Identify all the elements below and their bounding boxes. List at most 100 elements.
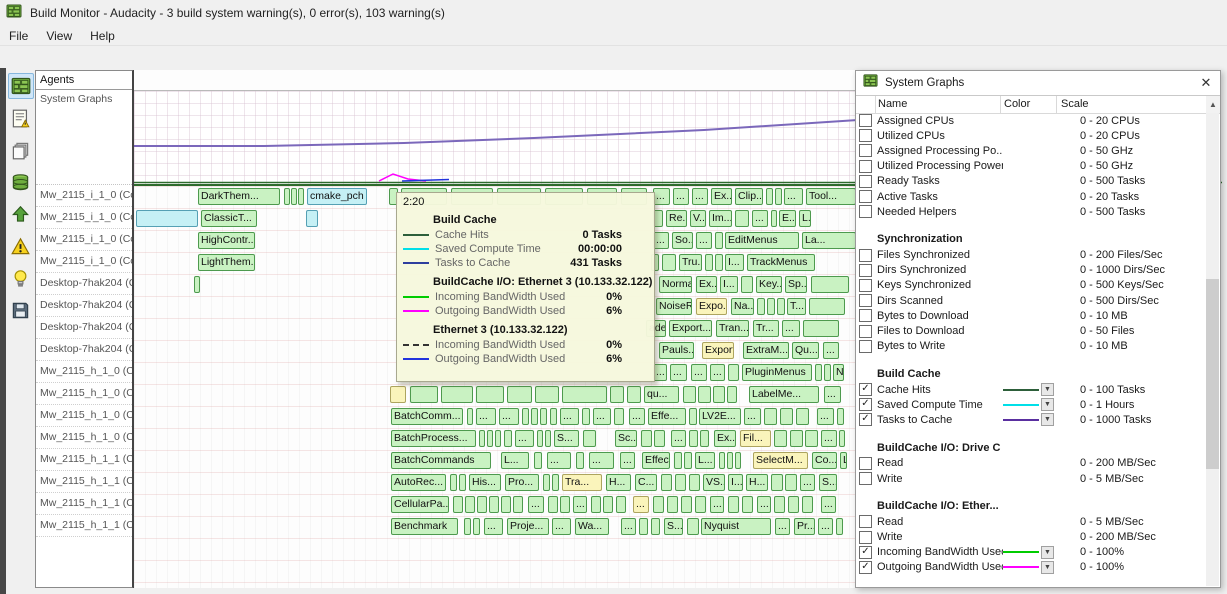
graph-metric-item[interactable]: Bytes to Download0 - 10 MB [856, 308, 1206, 323]
task-bar[interactable]: Im... [709, 210, 732, 227]
task-bar[interactable] [836, 518, 843, 535]
color-dropdown-icon[interactable]: ▼ [1041, 398, 1054, 411]
task-bar[interactable]: Benchmark [391, 518, 458, 535]
task-bar[interactable] [735, 452, 741, 469]
task-bar[interactable]: Qu... [792, 342, 819, 359]
task-bar[interactable] [715, 254, 723, 271]
task-bar[interactable] [780, 408, 793, 425]
task-bar[interactable] [614, 408, 624, 425]
task-bar[interactable] [194, 276, 200, 293]
task-bar[interactable] [487, 430, 493, 447]
task-bar[interactable] [715, 232, 723, 249]
task-bar[interactable] [719, 452, 725, 469]
graph-metric-item[interactable]: Assigned Processing Po...0 - 50 GHz [856, 143, 1206, 158]
metric-checkbox[interactable] [859, 472, 872, 485]
task-bar[interactable]: H... [606, 474, 631, 491]
task-bar[interactable]: ... [782, 320, 800, 337]
task-bar[interactable] [774, 496, 785, 513]
task-bar[interactable] [684, 452, 692, 469]
task-bar[interactable]: ... [671, 430, 686, 447]
task-bar[interactable]: Clip... [735, 188, 763, 205]
agent-row[interactable]: Mw_2115_i_1_0 (Co [36, 229, 132, 251]
task-bar[interactable]: LabelMe... [749, 386, 819, 403]
color-column-header[interactable]: Color [1001, 96, 1057, 113]
task-bar[interactable]: ... [552, 518, 571, 535]
graph-metric-item[interactable]: Write0 - 5 MB/Sec [856, 471, 1206, 486]
task-bar[interactable] [687, 518, 699, 535]
task-bar[interactable]: DarkThem... [198, 188, 280, 205]
task-bar[interactable] [757, 298, 765, 315]
task-bar[interactable]: ... [528, 496, 544, 513]
task-bar[interactable]: ... [757, 496, 771, 513]
task-bar[interactable]: ... [744, 408, 761, 425]
task-bar[interactable] [603, 496, 613, 513]
metric-checkbox[interactable] [859, 279, 872, 292]
metric-checkbox[interactable]: ✓ [859, 413, 872, 426]
task-bar[interactable] [651, 518, 660, 535]
agent-row[interactable]: Desktop-7hak204 (C [36, 317, 132, 339]
task-bar[interactable] [837, 408, 844, 425]
task-bar[interactable]: I... [728, 474, 743, 491]
agent-row[interactable]: Desktop-7hak204 (C [36, 339, 132, 361]
task-bar[interactable]: Pr... [794, 518, 815, 535]
task-bar[interactable]: VS... [703, 474, 725, 491]
task-bar[interactable]: ... [621, 518, 636, 535]
task-bar[interactable]: L [840, 452, 847, 469]
task-bar[interactable]: E... [779, 210, 796, 227]
task-bar[interactable]: NoiseR... [656, 298, 692, 315]
graph-metric-item[interactable]: ✓Outgoing BandWidth Used▼0 - 100% [856, 560, 1206, 575]
task-bar[interactable] [654, 430, 665, 447]
task-bar[interactable]: ... [593, 408, 611, 425]
task-bar[interactable] [522, 408, 529, 425]
task-bar[interactable]: Ex... [696, 276, 717, 293]
graph-metric-item[interactable]: Read0 - 200 MB/Sec [856, 456, 1206, 471]
task-bar[interactable]: Effe... [648, 408, 686, 425]
task-bar[interactable] [441, 386, 473, 403]
task-bar[interactable]: BatchProcess... [391, 430, 476, 447]
task-bar[interactable]: Nyquist [701, 518, 771, 535]
task-bar[interactable]: SelectM... [753, 452, 808, 469]
build-log-warnings-icon[interactable] [8, 105, 34, 131]
metric-checkbox[interactable] [859, 294, 872, 307]
task-bar[interactable] [771, 474, 783, 491]
agent-row[interactable]: Mw_2115_h_1_0 (C [36, 427, 132, 449]
metric-checkbox[interactable]: ✓ [859, 398, 872, 411]
task-bar[interactable]: ... [710, 364, 725, 381]
task-bar[interactable]: H... [746, 474, 768, 491]
agent-row[interactable]: Mw_2115_h_1_1 (C [36, 471, 132, 493]
task-bar[interactable] [136, 210, 198, 227]
graph-metric-item[interactable]: Dirs Scanned0 - 500 Dirs/Sec [856, 293, 1206, 308]
task-bar[interactable]: BatchCommands [391, 452, 491, 469]
task-bar[interactable]: LightThem... [198, 254, 255, 271]
task-bar[interactable] [284, 188, 290, 205]
task-bar[interactable] [727, 452, 733, 469]
agent-row[interactable]: Mw_2115_i_1_0 (Co [36, 207, 132, 229]
task-bar[interactable]: cmake_pch [307, 188, 367, 205]
task-bar[interactable]: So... [672, 232, 693, 249]
task-bar[interactable]: Pauls... [659, 342, 694, 359]
graph-metric-item[interactable]: ✓Cache Hits▼0 - 100 Tasks [856, 382, 1206, 397]
task-bar[interactable] [477, 496, 487, 513]
task-bar[interactable] [796, 408, 809, 425]
task-bar[interactable] [695, 496, 706, 513]
task-bar[interactable]: LV2E... [699, 408, 741, 425]
metric-checkbox[interactable] [859, 144, 872, 157]
metric-checkbox[interactable] [859, 457, 872, 470]
task-bar[interactable] [552, 474, 559, 491]
task-bar[interactable]: Sp... [785, 276, 807, 293]
task-bar[interactable] [741, 276, 753, 293]
task-bar[interactable]: Pro... [505, 474, 539, 491]
task-bar[interactable] [550, 408, 557, 425]
task-bar[interactable] [811, 276, 849, 293]
task-bar[interactable] [495, 430, 501, 447]
task-bar[interactable] [683, 386, 696, 403]
task-bar[interactable]: Proje... [507, 518, 549, 535]
task-bar[interactable]: Tr... [753, 320, 779, 337]
graph-metric-item[interactable]: Active Tasks0 - 20 Tasks [856, 189, 1206, 204]
task-bar[interactable] [774, 430, 787, 447]
task-bar[interactable]: PluginMenus [742, 364, 812, 381]
task-bar[interactable]: TrackMenus [747, 254, 815, 271]
tips-icon[interactable] [8, 265, 34, 291]
task-bar[interactable] [639, 518, 648, 535]
color-dropdown-icon[interactable]: ▼ [1041, 546, 1054, 559]
